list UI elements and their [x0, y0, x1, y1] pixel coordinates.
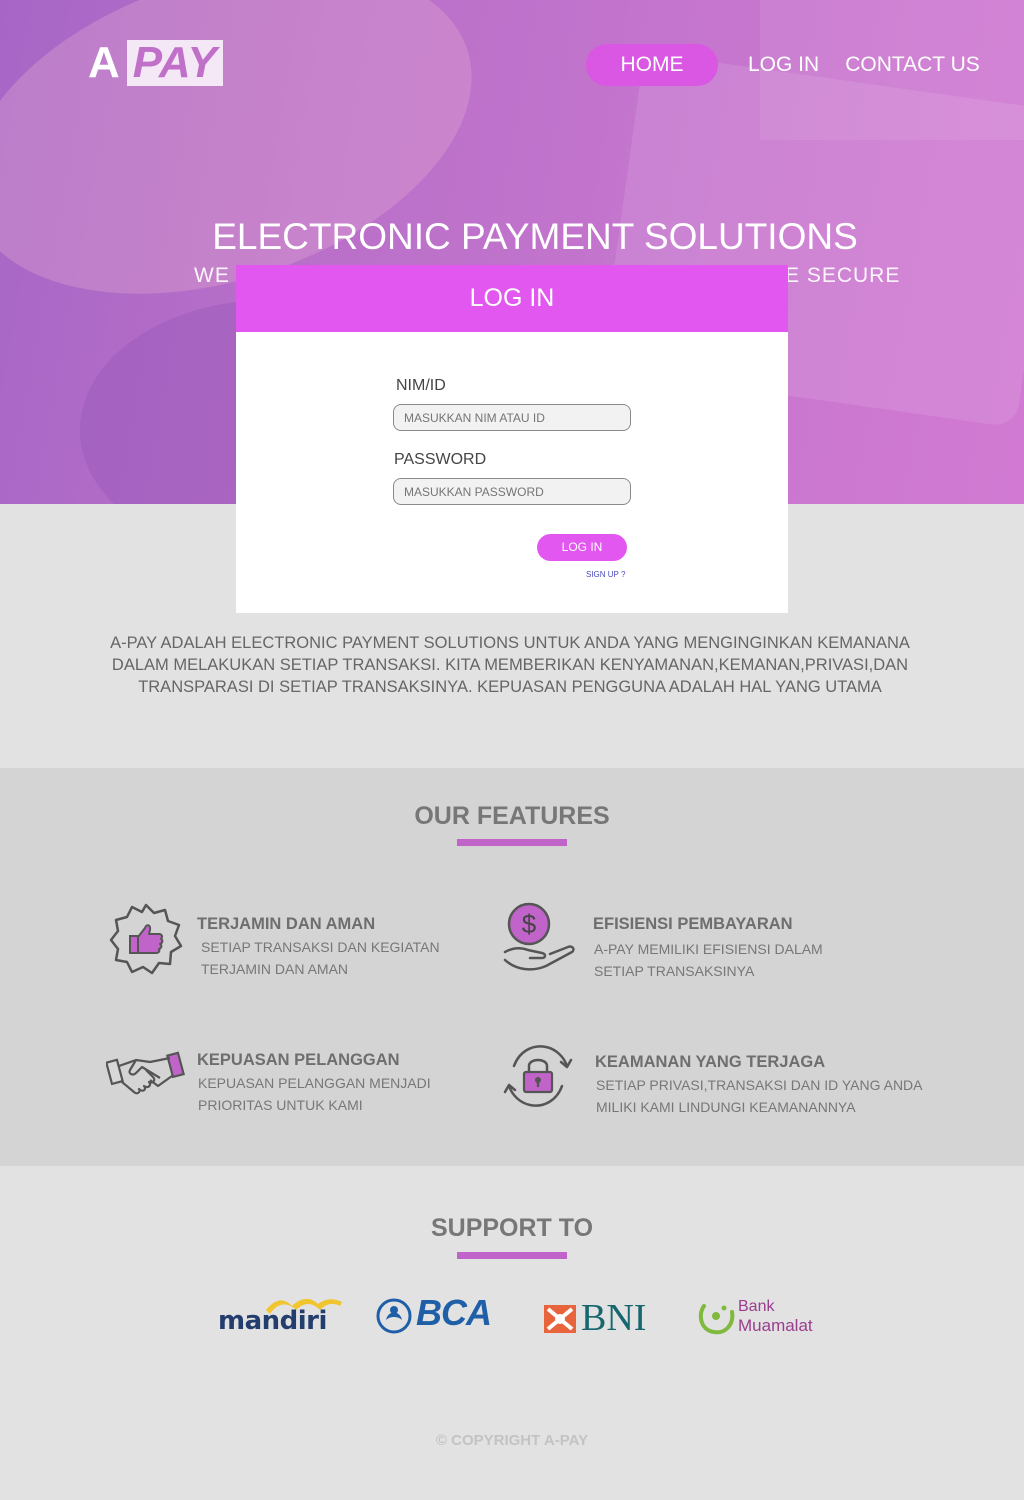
- password-label: PASSWORD: [394, 451, 487, 468]
- bank-logo-muamalat[interactable]: Bank Muamalat: [696, 1298, 826, 1342]
- login-submit-button[interactable]: LOG IN: [537, 534, 627, 561]
- features-title: OUR FEATURES: [414, 802, 610, 830]
- signup-link[interactable]: SIGN UP ?: [586, 570, 625, 579]
- support-underline: [457, 1252, 567, 1259]
- feature-title-terjamin: TERJAMIN DAN AMAN: [197, 915, 376, 933]
- nim-label: NIM/ID: [396, 377, 446, 394]
- thumbs-up-badge-icon: [109, 903, 183, 975]
- hero-subtitle-right: E SECURE: [785, 264, 901, 287]
- login-modal-title: LOG IN: [236, 265, 788, 332]
- bni-wordmark: BNI: [581, 1297, 647, 1339]
- bank-logo-bni[interactable]: BNI: [543, 1297, 663, 1340]
- password-input[interactable]: [393, 478, 631, 505]
- hero-title: ELECTRONIC PAYMENT SOLUTIONS: [212, 216, 858, 257]
- features-underline: [457, 839, 567, 846]
- bca-emblem-icon: [376, 1298, 412, 1334]
- login-modal: LOG IN NIM/ID PASSWORD LOG IN SIGN UP ?: [236, 265, 788, 613]
- lock-refresh-icon: [503, 1045, 573, 1107]
- nav-login-link[interactable]: LOG IN: [748, 44, 819, 86]
- mandiri-wordmark: mandiri: [218, 1306, 327, 1336]
- feature-title-efisiensi: EFISIENSI PEMBAYARAN: [593, 915, 793, 933]
- bank-logo-mandiri[interactable]: mandiri: [218, 1290, 346, 1340]
- feature-desc-kepuasan: KEPUASAN PELANGGAN MENJADI PRIORITAS UNT…: [198, 1075, 431, 1113]
- main-nav: HOME LOG IN CONTACT US: [586, 44, 980, 86]
- feature-desc-terjamin: SETIAP TRANSAKSI DAN KEGIATAN TERJAMIN D…: [201, 939, 440, 977]
- nim-input[interactable]: [393, 404, 631, 431]
- feature-title-kepuasan: KEPUASAN PELANGGAN: [197, 1051, 400, 1069]
- feature-desc-keamanan: SETIAP PRIVASI,TRANSAKSI DAN ID YANG AND…: [596, 1077, 922, 1115]
- logo-letter-a: A: [88, 38, 121, 87]
- bank-logo-bca[interactable]: BCA: [376, 1292, 496, 1336]
- nav-contact-link[interactable]: CONTACT US: [845, 44, 980, 86]
- muamalat-emblem-icon: [698, 1304, 735, 1335]
- footer-copyright: © COPYRIGHT A-PAY: [435, 1432, 589, 1449]
- feature-desc-efisiensi: A-PAY MEMILIKI EFISIENSI DALAM SETIAP TR…: [594, 941, 823, 979]
- features-section: OUR FEATURES TERJAMIN DAN AMAN SETIAP TR…: [0, 768, 1024, 1166]
- about-text: A-PAY ADALAH ELECTRONIC PAYMENT SOLUTION…: [110, 634, 910, 696]
- support-title: SUPPORT TO: [430, 1214, 594, 1242]
- nav-home-button[interactable]: HOME: [586, 44, 718, 86]
- bni-emblem-icon: [544, 1305, 576, 1333]
- logo-pay: PAY: [126, 40, 223, 86]
- brand-logo[interactable]: A PAY: [88, 40, 223, 86]
- feature-title-keamanan: KEAMANAN YANG TERJAGA: [595, 1053, 826, 1071]
- svg-text:$: $: [522, 909, 537, 939]
- handshake-icon: [106, 1051, 185, 1095]
- muamalat-word-bank: Bank: [738, 1298, 775, 1315]
- muamalat-word-muamalat: Muamalat: [738, 1316, 813, 1335]
- money-hand-icon: $: [503, 902, 575, 971]
- bca-wordmark: BCA: [416, 1292, 492, 1333]
- bank-logos: mandiri BCA BNI Bank Muamalat: [0, 1290, 1024, 1350]
